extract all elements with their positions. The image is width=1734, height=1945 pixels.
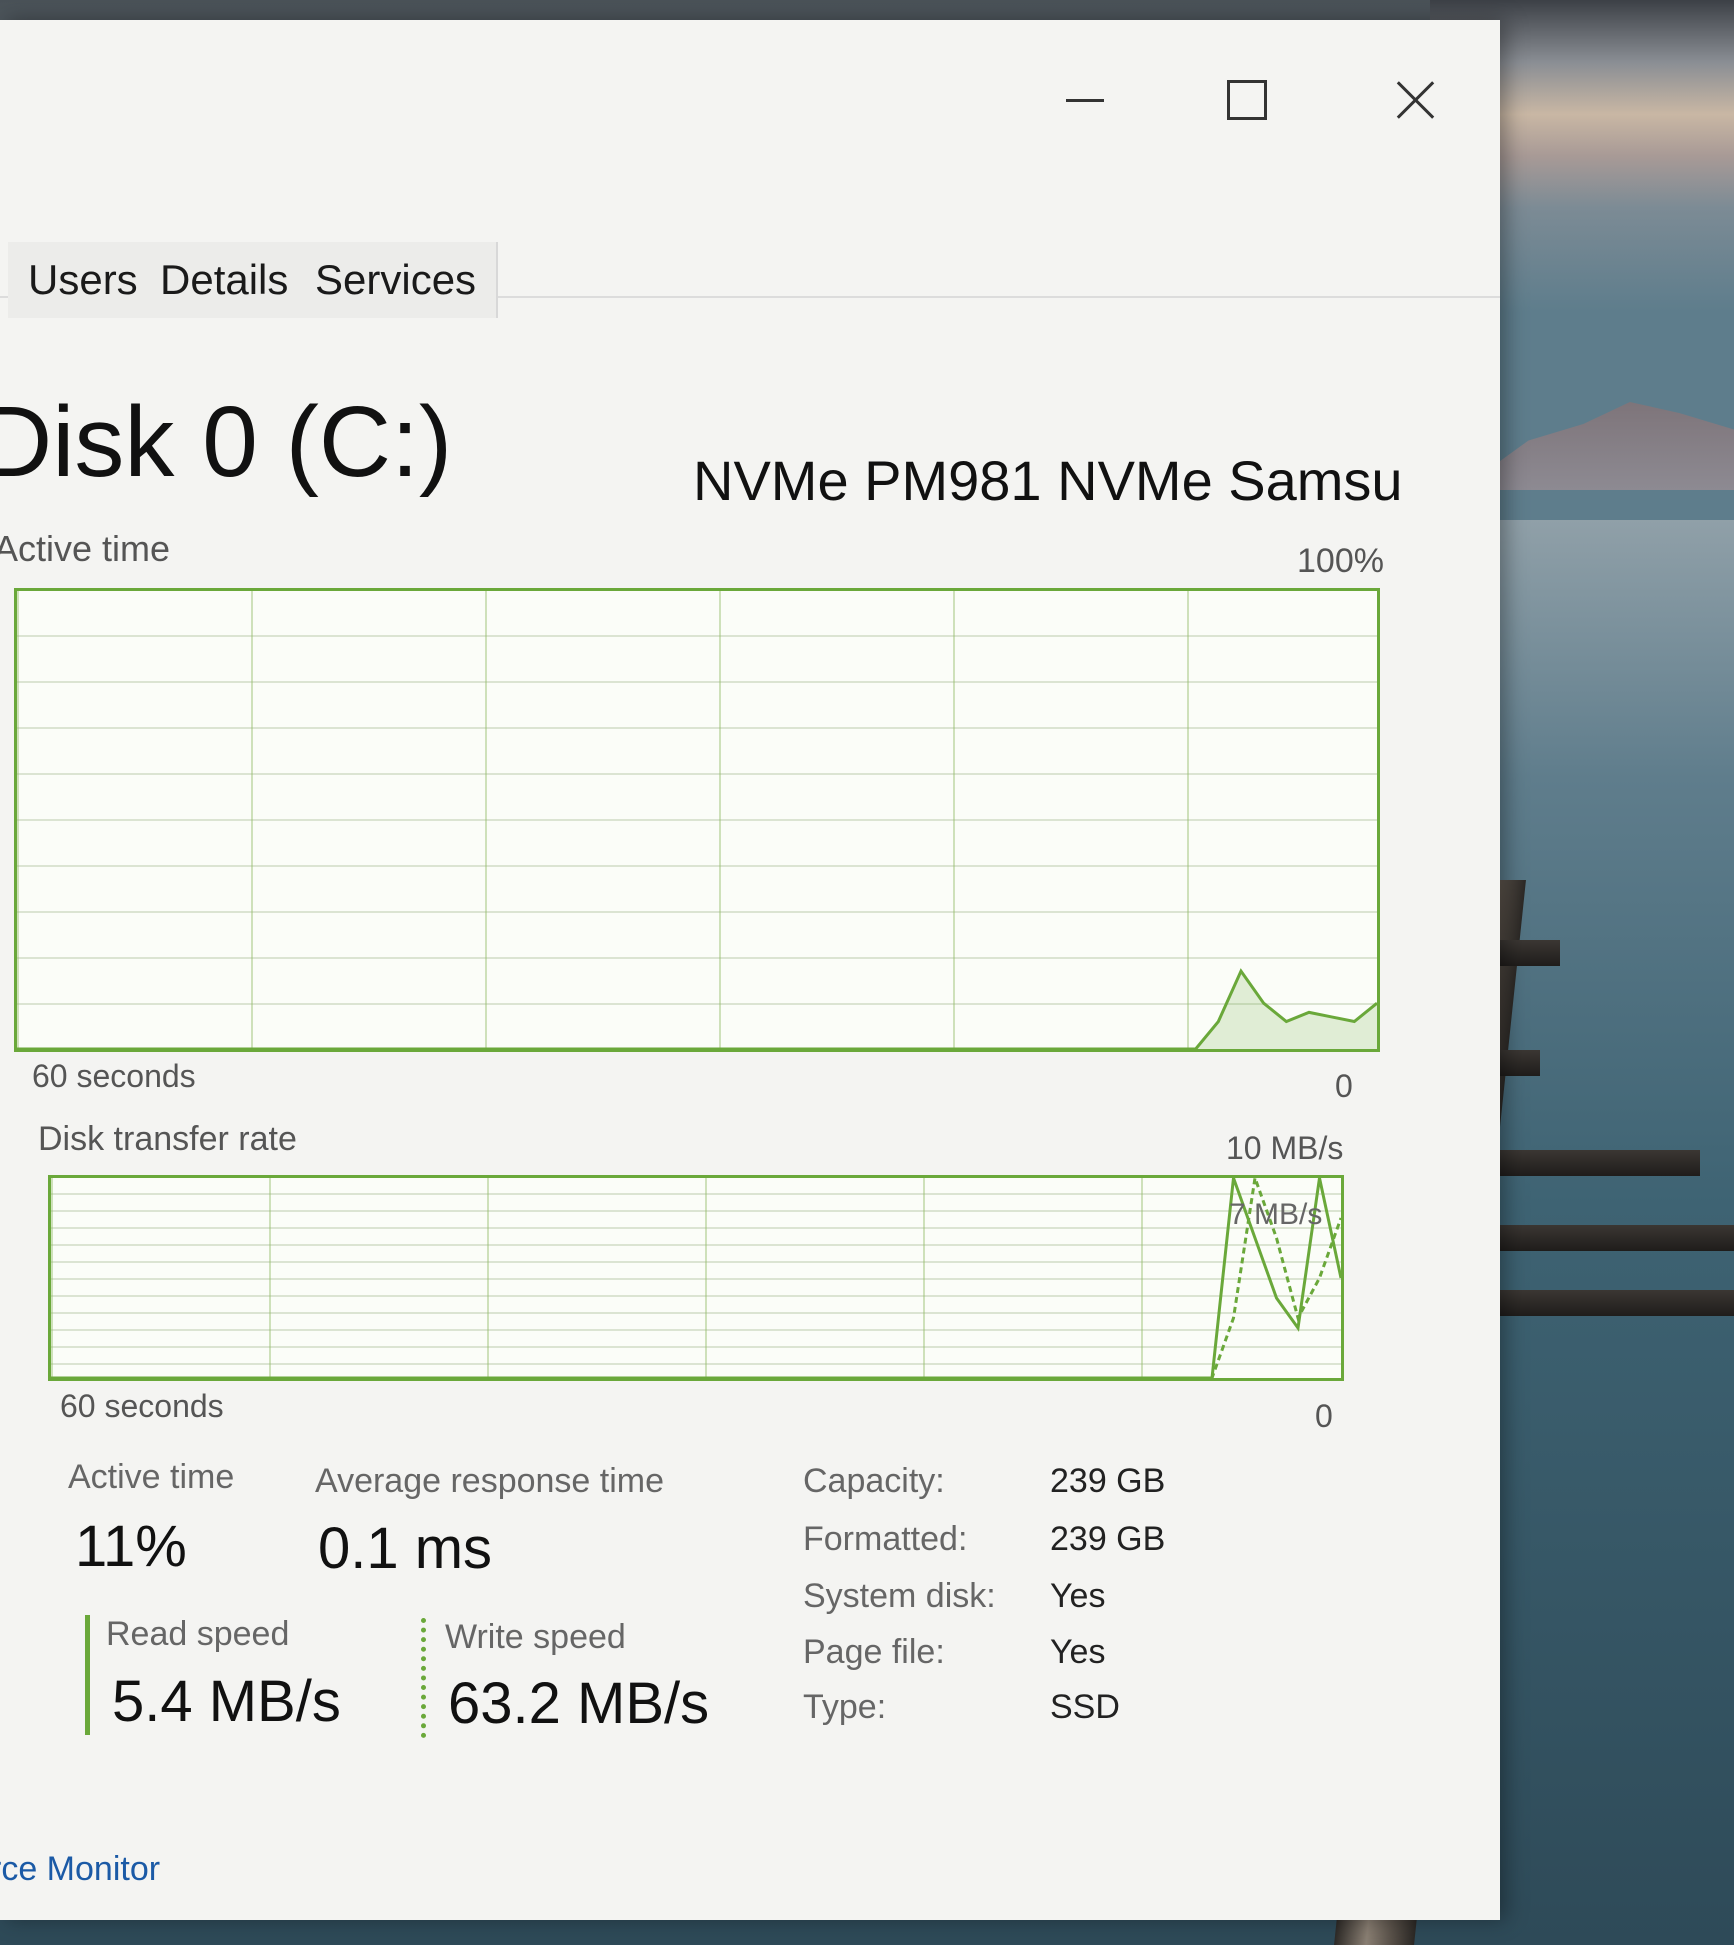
active-time-plot [17, 968, 1377, 1049]
read-speed-label: Read speed [106, 1615, 290, 1653]
active-time-stat-value: 11% [75, 1514, 187, 1579]
transfer-graph-label: Disk transfer rate [38, 1120, 297, 1158]
write-speed-value: 63.2 MB/s [448, 1671, 710, 1736]
active-time-graph [14, 588, 1380, 1052]
task-manager-window: Users Details Services Disk 0 (C:) NVMe … [0, 20, 1500, 1920]
active-time-span-label: 60 seconds [32, 1058, 196, 1094]
active-time-min-label: 0 [1335, 1068, 1353, 1104]
capacity-label: Capacity: [803, 1462, 945, 1500]
active-time-max-label: 100% [1297, 542, 1384, 580]
write-speed-label: Write speed [445, 1618, 626, 1656]
disk-model: NVMe PM981 NVMe Samsu [693, 449, 1403, 512]
avg-response-label: Average response time [315, 1462, 665, 1500]
transfer-span-label: 60 seconds [60, 1388, 224, 1424]
type-value: SSD [1050, 1688, 1120, 1726]
avg-response-value: 0.1 ms [318, 1516, 493, 1581]
minimize-button[interactable] [1020, 55, 1150, 145]
type-label: Type: [803, 1688, 887, 1726]
close-button[interactable] [1350, 55, 1480, 145]
transfer-marker-label: 7 MB/s [1229, 1198, 1323, 1231]
read-speed-indicator [85, 1615, 90, 1735]
disk-title: Disk 0 (C:) [0, 386, 453, 498]
formatted-label: Formatted: [803, 1520, 968, 1558]
tab-details[interactable]: Details [140, 242, 311, 318]
maximize-button[interactable] [1182, 55, 1312, 145]
active-time-area [17, 971, 1377, 1049]
formatted-value: 239 GB [1050, 1520, 1166, 1558]
tab-services[interactable]: Services [295, 242, 499, 318]
transfer-max-label: 10 MB/s [1226, 1130, 1344, 1166]
read-rate-series-line [51, 1178, 1341, 1378]
active-time-stat-label: Active time [68, 1458, 235, 1496]
close-icon [1394, 79, 1436, 121]
write-rate-series-line [51, 1178, 1341, 1378]
read-speed-value: 5.4 MB/s [112, 1669, 341, 1734]
active-time-graph-label: Active time [0, 528, 171, 569]
write-speed-indicator [421, 1618, 426, 1738]
capacity-value: 239 GB [1050, 1462, 1166, 1500]
transfer-rate-plot [51, 1178, 1341, 1378]
system-disk-value: Yes [1050, 1577, 1106, 1615]
tab-users[interactable]: Users [8, 242, 160, 318]
maximize-icon [1227, 80, 1267, 120]
tab-bar: Users Details Services [0, 220, 1500, 318]
page-file-value: Yes [1050, 1633, 1106, 1671]
resource-monitor-link[interactable]: rce Monitor [0, 1850, 160, 1889]
transfer-min-label: 0 [1315, 1398, 1333, 1434]
transfer-rate-graph: 7 MB/s [48, 1175, 1344, 1381]
title-bar [0, 20, 1500, 170]
page-file-label: Page file: [803, 1633, 945, 1671]
system-disk-label: System disk: [803, 1577, 996, 1615]
minimize-icon [1066, 98, 1104, 102]
active-time-series-line [17, 968, 1377, 1049]
